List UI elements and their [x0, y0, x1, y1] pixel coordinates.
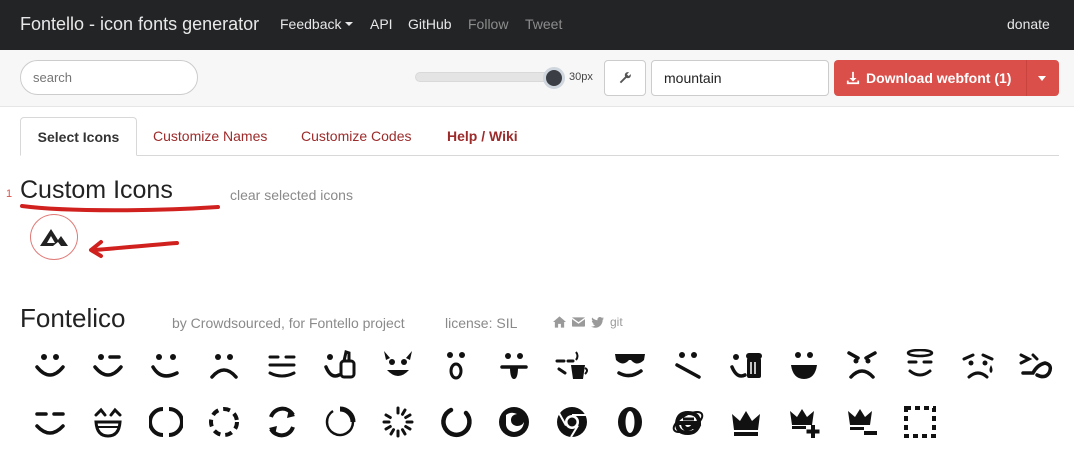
opera-icon[interactable]: [610, 402, 650, 442]
emo-sunglasses-icon[interactable]: [610, 345, 650, 385]
tabs-divider: [20, 155, 1059, 156]
caret-down-icon: [345, 22, 354, 26]
emo-unhappy-icon[interactable]: [204, 345, 244, 385]
tab-customize-names[interactable]: Customize Names: [153, 128, 267, 144]
selected-count: 1: [6, 188, 13, 200]
api-link[interactable]: API: [370, 16, 393, 32]
download-options-caret-icon[interactable]: [1038, 76, 1046, 81]
spin3-icon[interactable]: [262, 402, 302, 442]
clear-selected-link[interactable]: clear selected icons: [230, 187, 353, 203]
follow-link[interactable]: Follow: [468, 16, 508, 32]
emo-squint-icon[interactable]: [1016, 345, 1056, 385]
donate-link[interactable]: donate: [1007, 16, 1050, 32]
settings-button[interactable]: [604, 60, 646, 96]
emo-grin-icon[interactable]: [784, 345, 824, 385]
ie-icon[interactable]: [668, 402, 708, 442]
chrome-icon[interactable]: [552, 402, 592, 442]
emo-happy-icon[interactable]: [30, 345, 70, 385]
brand-title[interactable]: Fontello - icon fonts generator: [20, 14, 259, 35]
size-slider-handle[interactable]: [543, 67, 565, 89]
mountain-icon: [40, 229, 68, 246]
crown-plus-icon[interactable]: [784, 402, 824, 442]
spin5-icon[interactable]: [378, 402, 418, 442]
font-name-field[interactable]: [651, 60, 829, 96]
twitter-icon[interactable]: [591, 316, 604, 328]
fontelico-author: by Crowdsourced, for Fontello project: [172, 315, 405, 331]
custom-icon-tile[interactable]: [30, 214, 78, 260]
emo-displeased-icon[interactable]: [668, 345, 708, 385]
tab-help-wiki[interactable]: Help / Wiki: [447, 128, 518, 144]
emo-surprised-icon[interactable]: [436, 345, 476, 385]
red-underline-annotation: [20, 204, 220, 213]
emo-tongue-icon[interactable]: [494, 345, 534, 385]
spin2-icon[interactable]: [204, 402, 244, 442]
size-label: 30px: [569, 71, 593, 83]
github-link[interactable]: GitHub: [408, 16, 452, 32]
top-navbar: Fontello - icon fonts generator Feedback…: [0, 0, 1074, 50]
fontelico-license[interactable]: license: SIL: [445, 315, 517, 331]
spin6-icon[interactable]: [436, 402, 476, 442]
crown-minus-icon[interactable]: [842, 402, 882, 442]
fontelico-links: git: [553, 315, 623, 329]
emo-cry-icon[interactable]: [958, 345, 998, 385]
emo-wink2-icon[interactable]: [146, 345, 186, 385]
feedback-label: Feedback: [280, 16, 342, 32]
download-icon: [846, 71, 860, 85]
emo-laugh-icon[interactable]: [30, 402, 70, 442]
tab-customize-codes[interactable]: Customize Codes: [301, 128, 412, 144]
emo-beer-icon[interactable]: [726, 345, 766, 385]
emo-saint-icon[interactable]: [900, 345, 940, 385]
search-input[interactable]: [20, 60, 198, 95]
size-slider-track[interactable]: [415, 72, 563, 82]
crown-icon[interactable]: [726, 402, 766, 442]
spin4-icon[interactable]: [320, 402, 360, 442]
mail-icon[interactable]: [572, 317, 585, 327]
feedback-menu[interactable]: Feedback: [280, 16, 354, 32]
emo-wink-icon[interactable]: [88, 345, 128, 385]
download-separator: [1026, 60, 1027, 96]
red-arrow-annotation: [89, 240, 179, 258]
emo-angry-icon[interactable]: [842, 345, 882, 385]
marquee-icon[interactable]: [900, 402, 940, 442]
wrench-icon: [619, 72, 631, 84]
spin1-icon[interactable]: [146, 402, 186, 442]
emo-devil-icon[interactable]: [378, 345, 418, 385]
download-label: Download webfont (1): [866, 70, 1012, 86]
tweet-link[interactable]: Tweet: [525, 16, 562, 32]
emo-laugh-open-icon[interactable]: [88, 402, 128, 442]
tab-select-icons[interactable]: Select Icons: [20, 117, 137, 156]
firefox-icon[interactable]: [494, 402, 534, 442]
git-link[interactable]: git: [610, 315, 623, 329]
emo-thumbsup-icon[interactable]: [320, 345, 360, 385]
home-icon[interactable]: [553, 316, 566, 328]
toolbar: 30px Download webfont (1): [0, 50, 1074, 107]
emo-sleep-icon[interactable]: [262, 345, 302, 385]
emo-coffee-icon[interactable]: [552, 345, 592, 385]
fontelico-title: Fontelico: [20, 303, 126, 333]
download-webfont-button[interactable]: Download webfont (1): [834, 60, 1059, 96]
